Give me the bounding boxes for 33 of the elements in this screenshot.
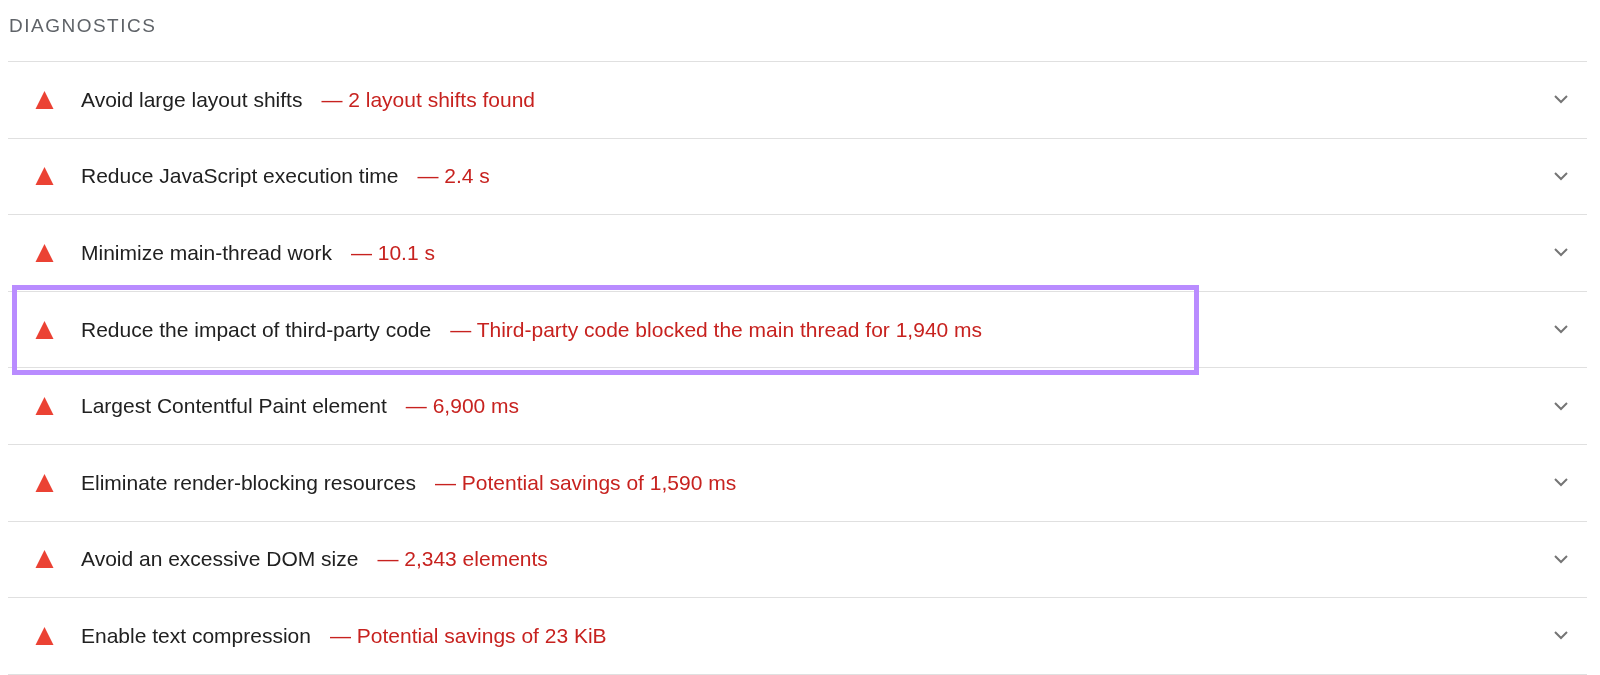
warning-triangle-icon [35,90,54,109]
chevron-down-icon[interactable] [1554,401,1568,411]
audit-detail: — 2.4 s [417,164,490,189]
chevron-down-icon[interactable] [1554,554,1568,564]
warning-triangle-icon [35,320,54,339]
audit-detail: — Potential savings of 1,590 ms [435,470,737,495]
warning-triangle-icon [35,167,54,186]
warning-triangle-icon [35,550,54,569]
audit-title[interactable]: Largest Contentful Paint element [81,394,387,419]
warning-triangle-icon [35,244,54,262]
chevron-down-icon[interactable] [1554,248,1568,258]
audit-detail: — Potential savings of 23 KiB [329,623,607,648]
audit-title[interactable]: Eliminate render-blocking resources [81,470,416,495]
warning-triangle-icon [35,473,54,492]
chevron-down-icon[interactable] [1554,478,1568,488]
audit-detail: — 6,900 ms [405,394,520,419]
audit-title[interactable]: Reduce JavaScript execution time [81,164,399,189]
audit-title[interactable]: Minimize main-thread work [81,241,332,265]
warning-triangle-icon [35,626,54,645]
audit-title[interactable]: Avoid large layout shifts [81,87,303,112]
audit-detail: — 2 layout shifts found [321,87,536,112]
audit-title[interactable]: Reduce the impact of third-party code [81,317,432,342]
chevron-down-icon[interactable] [1554,171,1568,181]
audit-detail: — 10.1 s [350,241,435,265]
audit-title[interactable]: Avoid an excessive DOM size [81,547,359,572]
section-title: DIAGNOSTICS [8,14,158,38]
chevron-down-icon[interactable] [1554,95,1568,105]
chevron-down-icon[interactable] [1554,631,1568,641]
chevron-down-icon[interactable] [1554,325,1568,335]
warning-triangle-icon [35,397,54,416]
audit-title[interactable]: Enable text compression [81,623,311,648]
audit-detail: — Third-party code blocked the main thread for 1,940 ms [450,317,983,342]
audit-detail: — 2,343 elements [377,547,548,572]
